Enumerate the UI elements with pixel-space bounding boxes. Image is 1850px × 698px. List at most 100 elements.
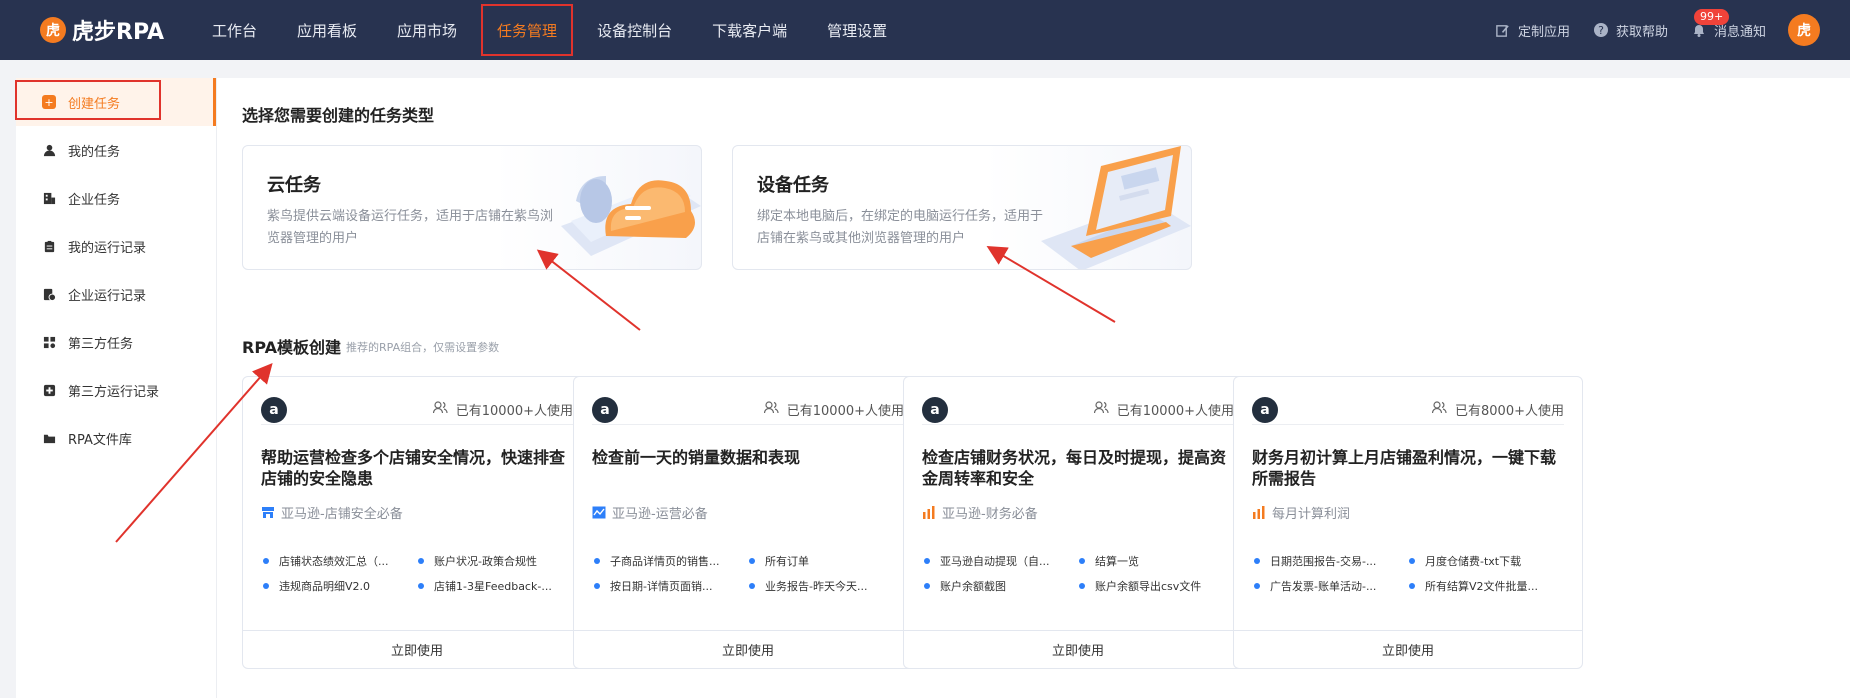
amazon-icon: a <box>1252 396 1278 423</box>
task-type-title: 设备任务 <box>757 175 829 196</box>
amazon-icon: a <box>922 396 948 423</box>
question-icon: ? <box>1592 21 1610 39</box>
nav-app-market[interactable]: 应用市场 <box>377 0 477 60</box>
template-step: 所有结算V2文件批量... <box>1407 578 1562 594</box>
clipboard-icon <box>42 239 56 253</box>
plus-box-icon <box>42 383 56 397</box>
use-now-button[interactable]: 立即使用 <box>243 630 591 668</box>
nav-device-console[interactable]: 设备控制台 <box>577 0 692 60</box>
user-avatar[interactable]: 虎 <box>1788 14 1820 46</box>
top-right-actions: 定制应用 ? 获取帮助 99+ 消息通知 虎 <box>1494 0 1820 60</box>
usage-count: 已有10000+人使用 <box>763 400 904 419</box>
plus-square-icon: + <box>42 95 56 109</box>
template-title: 检查店铺财务状况，每日及时提现，提高资金周转率和安全 <box>922 448 1227 488</box>
sidebar-item-rpa-file-library[interactable]: RPA文件库 <box>16 414 216 462</box>
building-icon <box>42 191 56 205</box>
template-step: 所有订单 <box>747 553 902 569</box>
template-step-list: 子商品详情页的销售... 所有订单 按日期-详情页面销... 业务报告-昨天今天… <box>592 553 910 594</box>
cloud-illustration-icon <box>561 176 701 256</box>
custom-app-link[interactable]: 定制应用 <box>1494 21 1570 40</box>
nav-download-client[interactable]: 下载客户端 <box>692 0 807 60</box>
use-now-button[interactable]: 立即使用 <box>1234 630 1582 668</box>
template-card[interactable]: a 已有10000+人使用 帮助运营检查多个店铺安全情况，快速排查店铺的安全隐患… <box>242 376 592 669</box>
help-link[interactable]: ? 获取帮助 <box>1592 21 1668 40</box>
template-step: 月度仓储费-txt下载 <box>1407 553 1562 569</box>
logo-text: 虎步RPA <box>72 20 165 45</box>
cloud-task-card[interactable]: 云任务 紫鸟提供云端设备运行任务，适用于店铺在紫鸟浏览器管理的用户 <box>242 145 702 270</box>
template-category-label: 亚马逊-财务必备 <box>942 507 1038 522</box>
template-card-header: a 已有10000+人使用 <box>922 395 1234 425</box>
template-step: 店铺1-3星Feedback-... <box>416 578 571 594</box>
usage-count-text: 已有10000+人使用 <box>786 404 904 419</box>
sidebar-item-label: 创建任务 <box>68 96 121 112</box>
template-card[interactable]: a 已有10000+人使用 检查前一天的销量数据和表现 亚马逊-运营必备 子商品… <box>573 376 923 669</box>
template-step: 广告发票-账单活动-... <box>1252 578 1407 594</box>
use-now-button[interactable]: 立即使用 <box>904 630 1252 668</box>
template-step-list: 亚马逊自动提现（自... 结算一览 账户余额截图 账户余额导出csv文件 <box>922 553 1240 594</box>
user-icon <box>42 143 56 157</box>
top-navbar: 虎 虎步RPA 工作台 应用看板 应用市场 任务管理 设备控制台 下载客户端 管… <box>0 0 1850 60</box>
custom-app-label: 定制应用 <box>1517 24 1570 40</box>
nav-app-board[interactable]: 应用看板 <box>277 0 377 60</box>
tiger-logo-icon: 虎 <box>40 17 66 43</box>
sidebar-item-label: 企业运行记录 <box>68 288 147 304</box>
amazon-icon: a <box>592 396 618 423</box>
section-title: 选择您需要创建的任务类型 <box>242 106 435 125</box>
template-card[interactable]: a 已有10000+人使用 检查店铺财务状况，每日及时提现，提高资金周转率和安全… <box>903 376 1253 669</box>
rpa-template-title: RPA模板创建 <box>242 338 341 357</box>
edit-icon <box>1494 21 1512 39</box>
sidebar-item-third-party-tasks[interactable]: 第三方任务 <box>16 318 216 366</box>
folder-icon <box>42 431 56 445</box>
sidebar-item-label: 第三方任务 <box>68 336 134 352</box>
template-step: 日期范围报告-交易-... <box>1252 553 1407 569</box>
template-step: 账户余额导出csv文件 <box>1077 578 1232 594</box>
usage-count-text: 已有10000+人使用 <box>455 404 573 419</box>
nav-admin-settings[interactable]: 管理设置 <box>807 0 907 60</box>
sidebar-item-my-tasks[interactable]: 我的任务 <box>16 126 216 174</box>
template-step: 账户状况-政策合规性 <box>416 553 571 569</box>
device-task-card[interactable]: 设备任务 绑定本地电脑后，在绑定的电脑运行任务，适用于店铺在紫鸟或其他浏览器管理… <box>732 145 1192 270</box>
laptop-illustration-icon <box>1041 146 1191 269</box>
sidebar-item-my-run-records[interactable]: 我的运行记录 <box>16 222 216 270</box>
template-step-list: 店铺状态绩效汇总（... 账户状况-政策合规性 违规商品明细V2.0 店铺1-3… <box>261 553 579 594</box>
store-icon <box>261 506 275 520</box>
nav-workbench[interactable]: 工作台 <box>192 0 277 60</box>
template-step: 业务报告-昨天今天... <box>747 578 902 594</box>
template-title: 帮助运营检查多个店铺安全情况，快速排查店铺的安全隐患 <box>261 448 566 488</box>
sidebar-item-label: 企业任务 <box>68 192 121 208</box>
template-category: 每月计算利润 <box>1252 503 1350 522</box>
sidebar-item-label: RPA文件库 <box>68 432 132 448</box>
template-card[interactable]: a 已有8000+人使用 财务月初计算上月店铺盈利情况，一键下载所需报告 每月计… <box>1233 376 1583 669</box>
template-step: 子商品详情页的销售... <box>592 553 747 569</box>
template-step: 按日期-详情页面销... <box>592 578 747 594</box>
finance-icon <box>922 506 936 520</box>
main-nav: 工作台 应用看板 应用市场 任务管理 设备控制台 下载客户端 管理设置 <box>192 0 907 60</box>
main-content: 选择您需要创建的任务类型 云任务 紫鸟提供云端设备运行任务，适用于店铺在紫鸟浏览… <box>216 78 1850 698</box>
template-category-label: 每月计算利润 <box>1272 507 1351 522</box>
template-category: 亚马逊-运营必备 <box>592 503 708 522</box>
template-category: 亚马逊-财务必备 <box>922 503 1038 522</box>
sidebar-item-create-task[interactable]: + 创建任务 <box>15 78 216 126</box>
usage-count: 已有8000+人使用 <box>1431 400 1564 419</box>
chart-icon <box>592 506 606 520</box>
amazon-icon: a <box>261 396 287 423</box>
nav-task-management[interactable]: 任务管理 <box>477 0 577 60</box>
template-card-header: a 已有10000+人使用 <box>261 395 573 425</box>
template-step: 亚马逊自动提现（自... <box>922 553 1077 569</box>
sidebar-item-enterprise-tasks[interactable]: 企业任务 <box>16 174 216 222</box>
sidebar-item-label: 我的运行记录 <box>68 240 147 256</box>
template-category-label: 亚马逊-运营必备 <box>612 507 708 522</box>
task-type-desc: 绑定本地电脑后，在绑定的电脑运行任务，适用于店铺在紫鸟或其他浏览器管理的用户 <box>757 209 1044 246</box>
template-card-header: a 已有8000+人使用 <box>1252 395 1564 425</box>
users-icon <box>432 401 448 418</box>
task-type-desc: 紫鸟提供云端设备运行任务，适用于店铺在紫鸟浏览器管理的用户 <box>267 209 554 246</box>
app-logo[interactable]: 虎 虎步RPA <box>40 14 164 46</box>
usage-count-text: 已有8000+人使用 <box>1455 404 1564 419</box>
sidebar: + 创建任务 我的任务 企业任务 我的运行记录 企业运行记录 第三方任务 第三方… <box>15 78 216 698</box>
notification-link[interactable]: 99+ 消息通知 <box>1690 8 1766 40</box>
sidebar-item-enterprise-run-records[interactable]: 企业运行记录 <box>16 270 216 318</box>
users-icon <box>1093 401 1109 418</box>
notification-badge: 99+ <box>1693 8 1730 25</box>
sidebar-item-third-party-run-records[interactable]: 第三方运行记录 <box>16 366 216 414</box>
use-now-button[interactable]: 立即使用 <box>574 630 922 668</box>
